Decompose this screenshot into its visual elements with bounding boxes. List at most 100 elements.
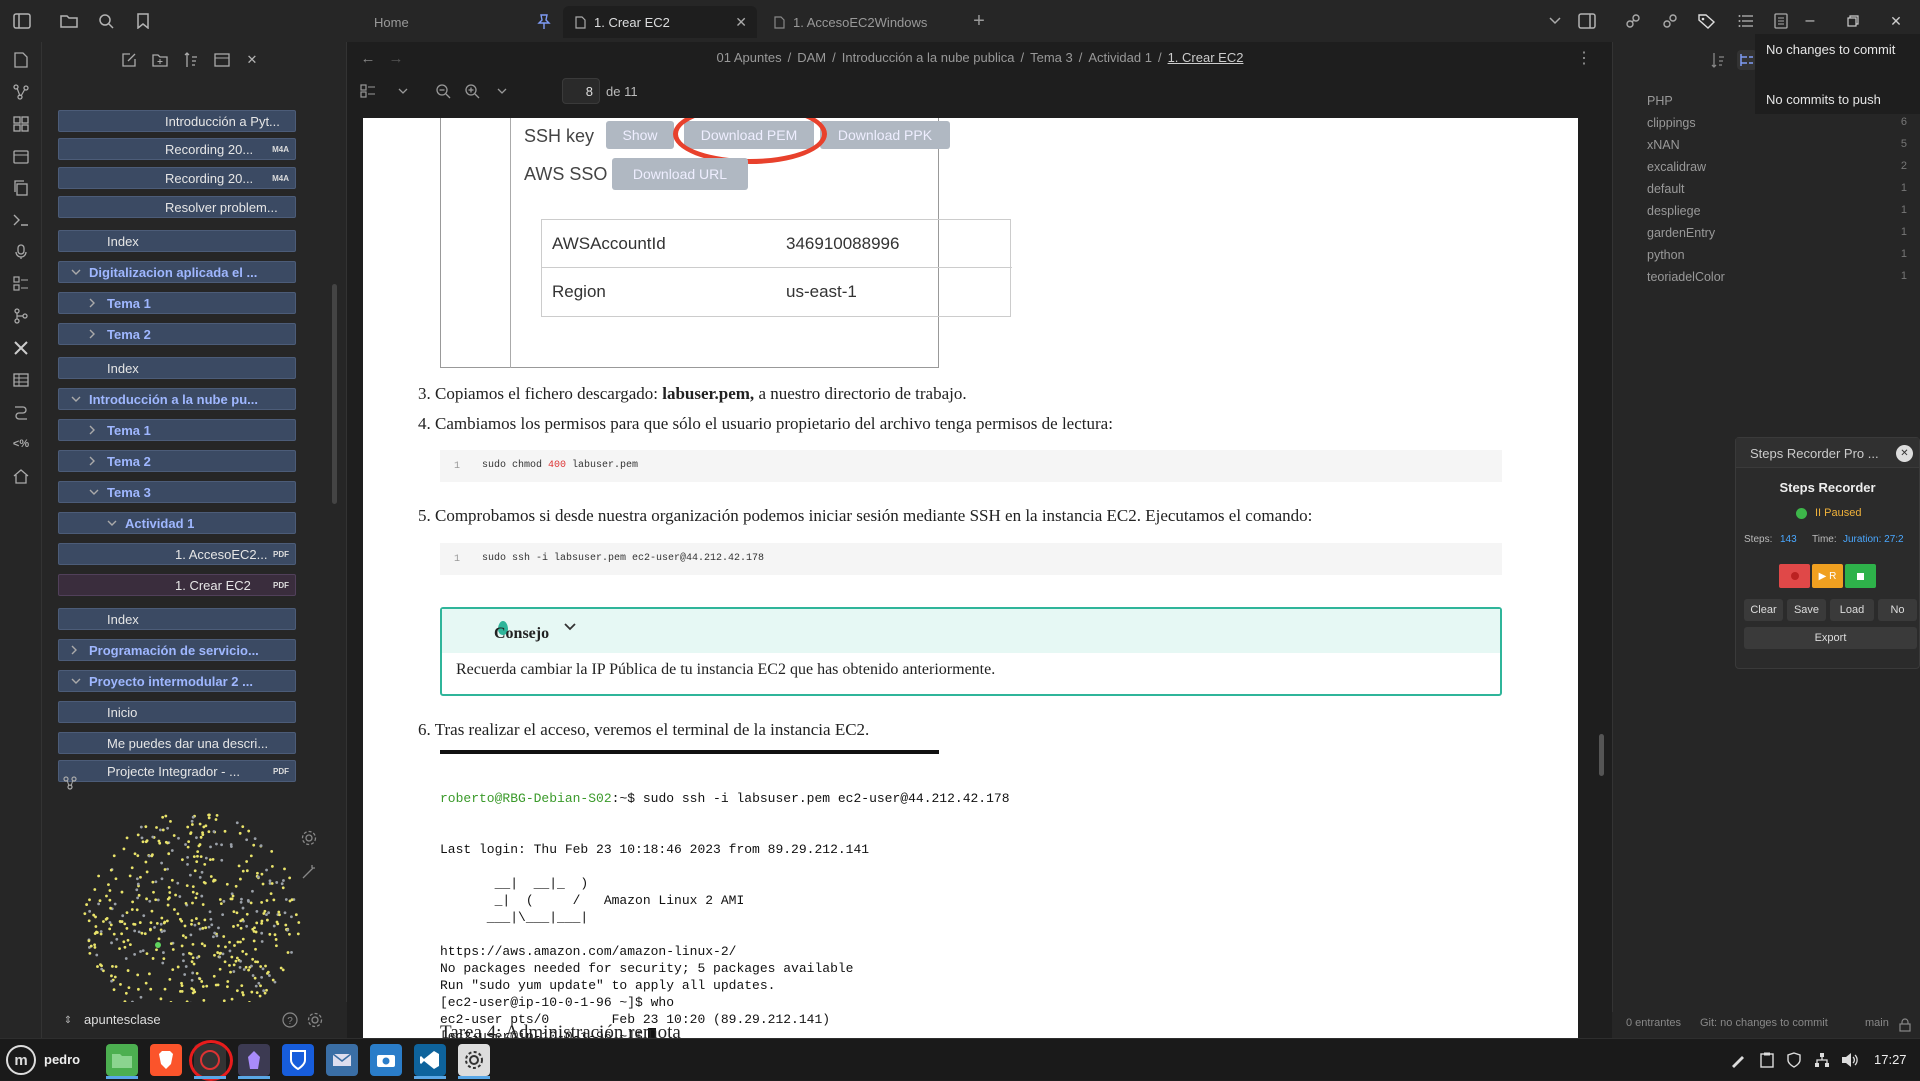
restore-icon[interactable] <box>1843 11 1863 31</box>
file-item[interactable]: Index <box>58 357 296 379</box>
sidebar-toggle-icon[interactable] <box>12 11 32 31</box>
callout-header[interactable]: Consejo <box>442 609 1500 653</box>
file-item[interactable]: Me puedes dar una descri... <box>58 732 296 754</box>
new-folder-icon[interactable] <box>150 50 170 70</box>
lock-icon[interactable] <box>1895 1015 1915 1035</box>
search-icon[interactable] <box>96 11 116 31</box>
file-item[interactable]: Recording 20... M4A <box>58 138 296 160</box>
help-icon[interactable]: ? <box>280 1010 300 1030</box>
file-item[interactable]: Recording 20... M4A <box>58 167 296 189</box>
outline-icon[interactable] <box>1771 11 1791 31</box>
link-icon[interactable] <box>1623 11 1643 31</box>
file-item[interactable]: Introducción a Pyt... <box>58 110 296 132</box>
collapse-all-icon[interactable] <box>212 50 232 70</box>
new-note-icon[interactable] <box>119 50 139 70</box>
close-icon[interactable]: ✕ <box>242 50 262 70</box>
calendar-icon[interactable] <box>11 146 31 166</box>
file-item[interactable]: 1. Crear EC2 PDF <box>58 574 296 596</box>
zoom-out-icon[interactable] <box>433 81 453 101</box>
files-app-icon[interactable] <box>106 1044 138 1076</box>
file-item[interactable]: Index <box>58 608 296 630</box>
settings-icon[interactable] <box>305 1010 325 1030</box>
folder-item[interactable]: Tema 1 <box>58 292 296 314</box>
close-icon[interactable]: ✕ <box>1896 445 1913 462</box>
sort-icon[interactable] <box>1708 50 1728 70</box>
right-sidebar-toggle-icon[interactable] <box>1577 11 1597 31</box>
breadcrumb-item[interactable]: Actividad 1 <box>1088 50 1152 65</box>
mail-app-icon[interactable] <box>326 1044 358 1076</box>
volume-tray-icon[interactable] <box>1840 1050 1860 1070</box>
sort-icon[interactable] <box>181 50 201 70</box>
breadcrumb-current[interactable]: 1. Crear EC2 <box>1168 50 1244 65</box>
table-icon[interactable] <box>11 370 31 390</box>
graph-view-icon[interactable] <box>11 82 31 102</box>
tab-home[interactable]: Home <box>362 6 552 38</box>
shield-tray-icon[interactable] <box>1784 1050 1804 1070</box>
folder-item[interactable]: Tema 2 <box>58 450 296 472</box>
settings-app-icon[interactable] <box>458 1044 490 1076</box>
pen-tray-icon[interactable] <box>1728 1050 1748 1070</box>
page-number-input[interactable]: 8 <box>562 78 600 104</box>
graph-toggle-icon[interactable] <box>60 773 80 793</box>
code-percent-icon[interactable]: <% <box>11 434 31 454</box>
new-tab-icon[interactable]: + <box>969 10 989 32</box>
magic-wand-icon[interactable] <box>299 862 319 882</box>
folder-item[interactable]: Programación de servicio... <box>58 639 296 661</box>
unlinked-icon[interactable] <box>1660 11 1680 31</box>
copy-icon[interactable] <box>11 178 31 198</box>
export-button[interactable]: Export <box>1744 627 1917 649</box>
obsidian-app-icon[interactable] <box>238 1044 270 1076</box>
checklist-icon[interactable] <box>11 274 31 294</box>
folder-item[interactable]: Proyecto intermodular 2 ... <box>58 670 296 692</box>
gear-icon[interactable] <box>299 828 319 848</box>
git-branch-icon[interactable] <box>11 306 31 326</box>
vscode-icon[interactable] <box>414 1044 446 1076</box>
file-item[interactable]: 1. AccesoEC2... PDF <box>58 543 296 565</box>
minimize-icon[interactable]: – <box>1800 11 1820 31</box>
file-item[interactable]: Resolver problem... <box>58 196 296 218</box>
folder-item[interactable]: Tema 1 <box>58 419 296 441</box>
more-options-icon[interactable]: ⋮ <box>1574 48 1594 68</box>
tools-icon[interactable] <box>11 338 31 358</box>
tag-view-icon[interactable] <box>1737 50 1757 70</box>
chevron-down-icon[interactable] <box>492 81 512 101</box>
mint-menu-icon[interactable]: m <box>6 1045 36 1075</box>
canvas-icon[interactable] <box>11 114 31 134</box>
save-button[interactable]: Save <box>1787 599 1826 621</box>
microphone-icon[interactable] <box>11 242 31 262</box>
tab-crear-ec2[interactable]: 1. Crear EC2 ✕ <box>563 6 757 38</box>
terminal-icon[interactable] <box>11 210 31 230</box>
breadcrumb-item[interactable]: Introducción a la nube publica <box>842 50 1015 65</box>
breadcrumb-item[interactable]: DAM <box>797 50 826 65</box>
no-button[interactable]: No <box>1878 599 1917 621</box>
tag-item[interactable]: default 1 <box>1647 182 1907 202</box>
network-tray-icon[interactable] <box>1812 1050 1832 1070</box>
tag-item[interactable]: python 1 <box>1647 248 1907 268</box>
file-item[interactable]: Inicio <box>58 701 296 723</box>
tag-item[interactable]: gardenEntry 1 <box>1647 226 1907 246</box>
zoom-in-icon[interactable] <box>462 81 482 101</box>
camera-app-icon[interactable] <box>370 1044 402 1076</box>
folder-item[interactable]: Actividad 1 <box>58 512 296 534</box>
close-icon[interactable]: ✕ <box>735 14 747 31</box>
breadcrumb-item[interactable]: 01 Apuntes <box>717 50 782 65</box>
list-icon[interactable] <box>1736 11 1756 31</box>
vault-switcher[interactable]: ⇕ apuntesclase ? <box>42 1002 347 1038</box>
clear-button[interactable]: Clear <box>1744 599 1783 621</box>
folder-item[interactable]: Tema 2 <box>58 323 296 345</box>
file-item[interactable]: Index <box>58 230 296 252</box>
tag-item[interactable]: despliege 1 <box>1647 204 1907 224</box>
load-button[interactable]: Load <box>1830 599 1874 621</box>
clipboard-tray-icon[interactable] <box>1757 1050 1777 1070</box>
folder-item[interactable]: Tema 3 <box>58 481 296 503</box>
brave-browser-icon[interactable] <box>150 1044 182 1076</box>
content-scrollbar[interactable] <box>1599 734 1604 776</box>
tab-acceso-ec2-windows[interactable]: 1. AccesoEC2Windows <box>762 6 962 38</box>
git-status[interactable]: Git: no changes to commit <box>1700 1017 1828 1029</box>
tag-item[interactable]: xNAN 5 <box>1647 138 1907 158</box>
git-branch[interactable]: main <box>1865 1017 1889 1029</box>
folder-item[interactable]: Introducción a la nube pu... <box>58 388 296 410</box>
file-item[interactable]: Projecte Integrador - ... PDF <box>58 760 296 782</box>
breadcrumb-item[interactable]: Tema 3 <box>1030 50 1073 65</box>
tag-item[interactable]: clippings 6 <box>1647 116 1907 136</box>
